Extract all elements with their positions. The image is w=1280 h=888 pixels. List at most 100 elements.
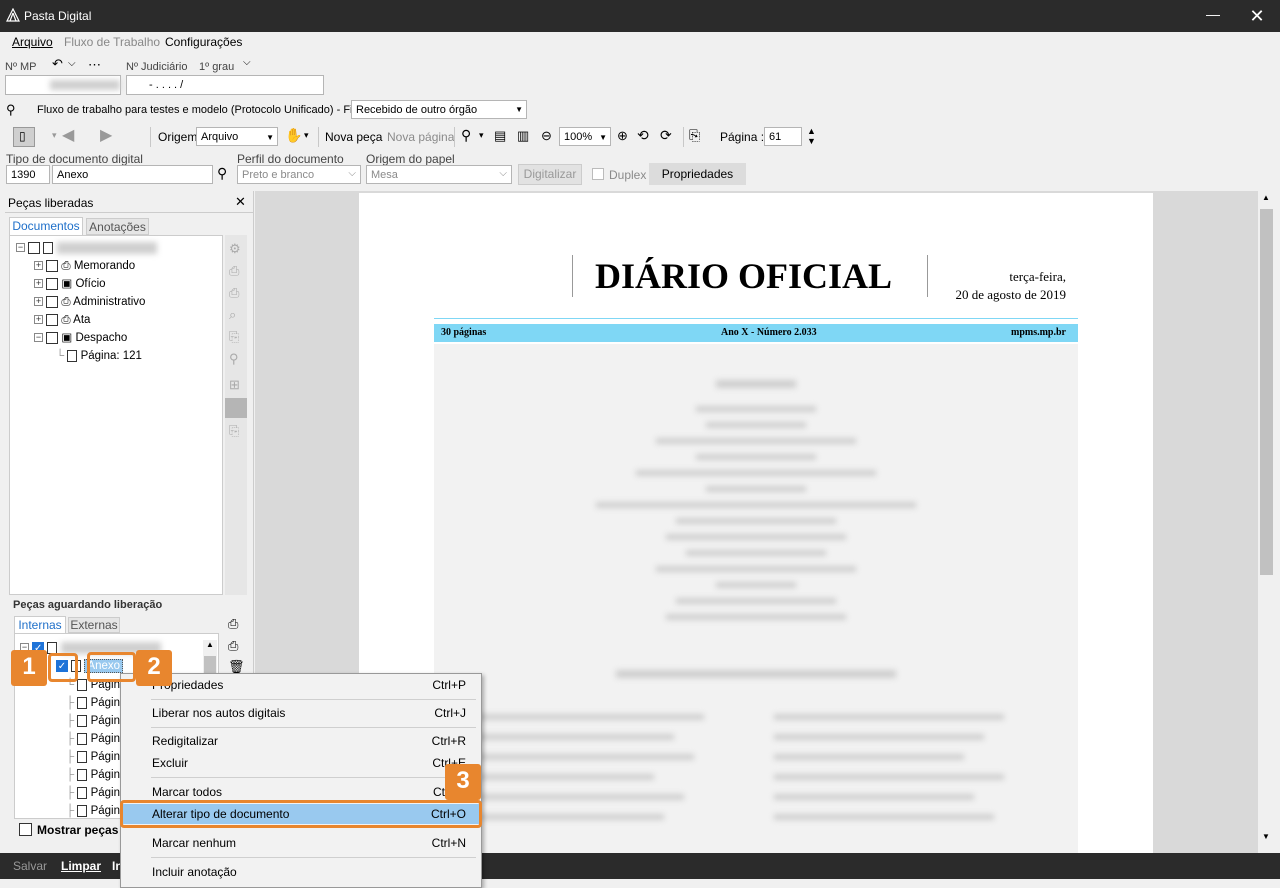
pagina-label: Página :: [720, 130, 765, 144]
tab-documentos[interactable]: Documentos: [9, 217, 83, 235]
perfil-select[interactable]: Preto e branco ⌵: [237, 165, 361, 184]
collapse-icon[interactable]: −: [16, 243, 25, 253]
tree-item[interactable]: + ⎙ Memorando: [34, 257, 135, 275]
tree-page-item[interactable]: ├ Págin: [66, 766, 120, 784]
salvar-button[interactable]: Salvar: [13, 859, 47, 873]
menu-configuracoes[interactable]: Configurações: [165, 35, 242, 49]
page-select-icon[interactable]: ⎘: [689, 127, 700, 144]
tree-page-item[interactable]: ├ Págin: [66, 712, 120, 730]
menu-arquivo[interactable]: Arquivo: [12, 35, 53, 49]
tool-icon[interactable]: ⎘: [229, 423, 239, 439]
origem-select[interactable]: Arquivo ▼: [196, 127, 278, 146]
zoom-select[interactable]: 100% ▼: [559, 127, 611, 146]
tool-icon[interactable]: ⎘: [229, 329, 239, 345]
tree-page-item[interactable]: ├ Págin: [66, 748, 120, 766]
tree-page-item[interactable]: ├ Págin: [66, 802, 120, 820]
prev-page-icon[interactable]: ◀: [62, 126, 74, 146]
liberadas-header: Peças liberadas ✕: [5, 193, 253, 213]
judiciario-field[interactable]: - . . . . /: [126, 75, 324, 95]
nova-peca-button[interactable]: Nova peça: [325, 130, 382, 144]
next-page-icon[interactable]: ▶: [100, 126, 112, 146]
tree-item[interactable]: − ▣ Despacho: [34, 329, 127, 347]
ctx-redigitalizar[interactable]: Redigitalizar Ctrl+R: [121, 731, 481, 751]
ctx-excluir[interactable]: Excluir Ctrl+E: [121, 753, 481, 773]
fila-select[interactable]: Recebido de outro órgão ▼: [351, 100, 527, 119]
undo-icon[interactable]: ↶: [52, 56, 63, 72]
tool-icon[interactable]: ⚲: [229, 351, 239, 367]
checkbox[interactable]: [46, 277, 59, 290]
tree-page-item[interactable]: ├ Págin: [66, 784, 120, 802]
origem-papel-select[interactable]: Mesa ⌵: [366, 165, 512, 184]
tab-internas[interactable]: Internas: [14, 616, 66, 633]
ctx-marcar-todos[interactable]: Marcar todosCtrl+T: [121, 782, 481, 802]
pagina-spinner[interactable]: ▲ ▼: [807, 126, 816, 146]
ctx-incluir-anotacao[interactable]: Incluir anotação: [121, 862, 481, 882]
viewer-scrollbar[interactable]: ▲ ▼: [1258, 191, 1275, 853]
ctx-liberar[interactable]: Liberar nos autos digitais Ctrl+J: [121, 703, 481, 723]
tool-icon[interactable]: ⎙: [228, 616, 238, 632]
close-panel-icon[interactable]: ✕: [235, 194, 246, 210]
chevron-down-icon[interactable]: ⌵: [68, 58, 76, 69]
fit-page-icon[interactable]: ▥: [517, 128, 529, 144]
tipo-name-input[interactable]: Anexo: [52, 165, 213, 184]
checkbox[interactable]: [46, 331, 59, 344]
tree-root[interactable]: −: [16, 239, 157, 257]
tool-icon[interactable]: ⎙: [229, 285, 239, 301]
tool-icon[interactable]: ⎙: [229, 263, 239, 279]
propriedades-button[interactable]: Propriedades: [649, 163, 746, 185]
scroll-up-icon[interactable]: ▲: [1262, 193, 1270, 202]
menu-fluxo[interactable]: Fluxo de Trabalho: [64, 35, 160, 49]
more-icon[interactable]: ⋯: [88, 57, 101, 73]
grau-chevron-icon[interactable]: ⌵: [243, 57, 251, 68]
search-dropdown-icon[interactable]: ▾: [479, 130, 484, 141]
hand-tool-icon[interactable]: ✋: [285, 127, 302, 144]
search-tipo-icon[interactable]: ⚲: [217, 165, 227, 182]
tool-icon[interactable]: ⊞: [229, 377, 240, 393]
rotate-right-icon[interactable]: ⟳: [660, 127, 672, 144]
toolbar-dropdown-icon[interactable]: ▾: [52, 130, 57, 141]
checkbox[interactable]: [46, 295, 59, 308]
tree-item[interactable]: + ⎙ Administrativo: [34, 293, 145, 311]
tool-icon[interactable]: ⚙: [229, 241, 241, 257]
tree-page-item[interactable]: └ Página: 121: [56, 347, 142, 365]
tool-icon[interactable]: ⌕: [229, 307, 236, 323]
tree-page-label: Págin: [90, 733, 120, 745]
tool-icon[interactable]: ⎙: [228, 638, 238, 654]
tab-externas[interactable]: Externas: [68, 617, 120, 633]
expand-icon[interactable]: +: [34, 315, 43, 325]
tree-page-item[interactable]: ├ Págin: [66, 730, 120, 748]
checkbox[interactable]: [46, 313, 59, 326]
tool-selected[interactable]: [225, 398, 247, 418]
search-icon[interactable]: ⚲: [461, 127, 471, 144]
duplex-checkbox[interactable]: [592, 168, 604, 180]
minimize-button[interactable]: —: [1203, 6, 1223, 26]
expand-icon[interactable]: +: [34, 261, 43, 271]
tipo-code-input[interactable]: 1390: [6, 165, 50, 184]
tree-item[interactable]: + ⎙ Ata: [34, 311, 90, 329]
nova-pagina-button[interactable]: Nova página: [387, 130, 454, 144]
zoom-out-icon[interactable]: ⊖: [541, 128, 552, 144]
expand-icon[interactable]: +: [34, 279, 43, 289]
scroll-down-icon[interactable]: ▼: [1262, 832, 1270, 841]
close-window-button[interactable]: ✕: [1246, 5, 1268, 27]
limpar-button[interactable]: Limpar: [61, 859, 101, 873]
tree-page-item[interactable]: ├ Págin: [66, 694, 120, 712]
expand-icon[interactable]: +: [34, 297, 43, 307]
hand-dropdown-icon[interactable]: ▾: [304, 130, 309, 141]
rotate-left-icon[interactable]: ⟲: [637, 127, 649, 144]
tab-anotacoes[interactable]: Anotações: [86, 218, 149, 235]
zoom-in-icon[interactable]: ⊕: [617, 128, 628, 144]
tree-item[interactable]: + ▣ Ofício: [34, 275, 106, 293]
checkbox[interactable]: [28, 241, 41, 254]
ctx-marcar-nenhum[interactable]: Marcar nenhum Ctrl+N: [121, 833, 481, 853]
pagina-input[interactable]: 61: [764, 127, 802, 146]
ctx-propriedades[interactable]: Propriedades Ctrl+P: [121, 675, 481, 695]
document-mode-button[interactable]: ▯: [13, 127, 35, 147]
collapse-icon[interactable]: −: [34, 333, 43, 343]
fit-width-icon[interactable]: ▤: [494, 128, 506, 144]
mostrar-checkbox[interactable]: [19, 823, 32, 836]
scroll-thumb[interactable]: [1260, 209, 1273, 575]
checkbox[interactable]: [46, 259, 59, 272]
digitalizar-button[interactable]: Digitalizar: [518, 164, 582, 185]
mp-field[interactable]: [5, 75, 121, 95]
